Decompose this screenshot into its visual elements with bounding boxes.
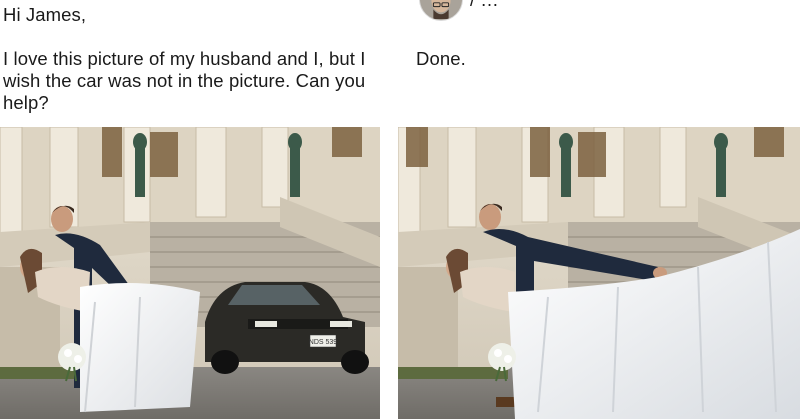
message-request: I love this picture of my husband and I,… [3, 48, 366, 113]
avatar-portrait-icon [420, 0, 462, 20]
edited-photo [398, 127, 800, 419]
avatar [419, 0, 463, 21]
license-plate: NDS 539 [309, 339, 338, 346]
message-greeting: Hi James, [3, 4, 87, 25]
reply-text: Done. [416, 48, 466, 69]
original-photo: NDS 539 [0, 127, 380, 419]
clipped-caption: / … [470, 0, 499, 11]
